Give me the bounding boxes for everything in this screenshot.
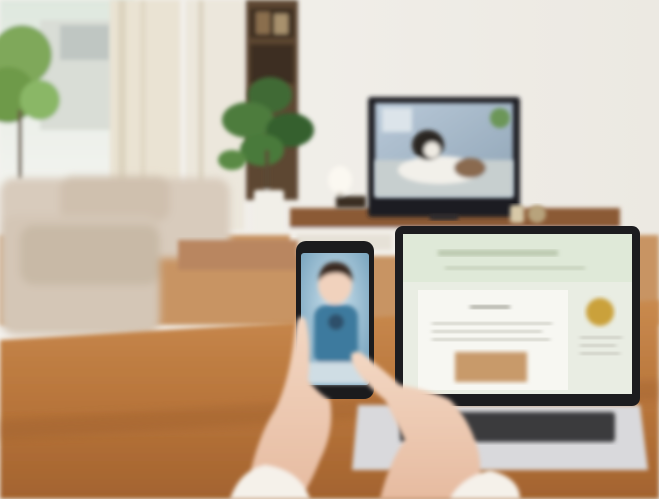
laptop-article-photo (455, 352, 527, 382)
laptop (352, 226, 648, 470)
tv (368, 97, 520, 220)
photo-scene (0, 0, 659, 499)
living-room-illustration (0, 0, 659, 499)
coffee-table (178, 240, 298, 270)
laptop-site-header (403, 234, 632, 282)
laptop-sidebar-image (586, 298, 614, 326)
